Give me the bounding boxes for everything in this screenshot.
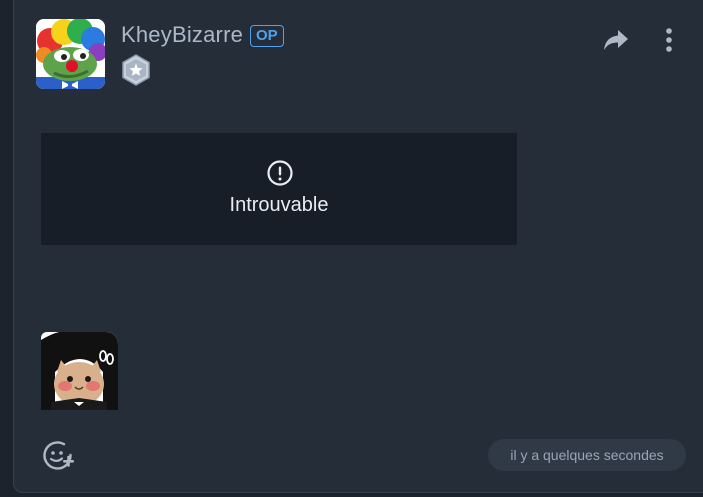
share-icon[interactable] (602, 28, 630, 52)
op-badge: OP (250, 25, 284, 47)
post-timestamp: il y a quelques secondes (488, 439, 686, 471)
more-options-icon[interactable] (659, 26, 679, 54)
author-name[interactable]: KheyBizarre (121, 22, 243, 48)
post-card: KheyBizarre OP Introuvable il y a quelqu… (13, 0, 703, 493)
rank-star-badge-icon (122, 54, 150, 86)
exclamation-circle-icon (267, 160, 293, 186)
author-avatar[interactable] (36, 19, 105, 89)
embed-not-found: Introuvable (41, 133, 517, 245)
embed-status-text: Introuvable (229, 194, 329, 216)
blushing-cat-sticker (41, 332, 118, 410)
sticker-image[interactable] (41, 332, 118, 410)
clown-frog-avatar-image (36, 19, 105, 89)
add-reaction-icon[interactable] (42, 440, 76, 472)
